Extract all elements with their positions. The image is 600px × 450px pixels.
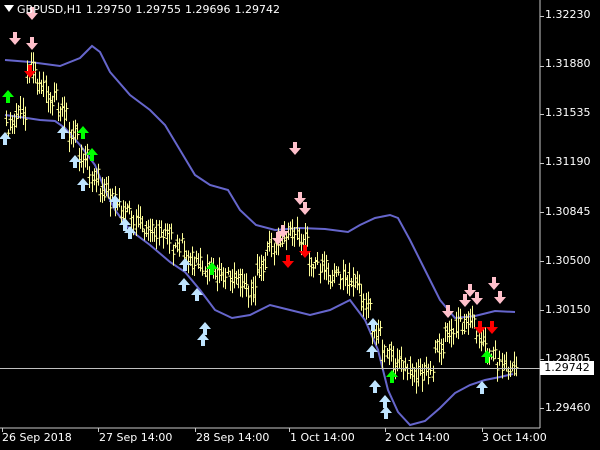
signal-down-arrow-icon bbox=[488, 277, 500, 290]
signal-down-arrow-icon bbox=[471, 292, 483, 305]
buy-arrow-icon bbox=[481, 350, 493, 363]
time-tick: 2 Oct 14:00 bbox=[385, 431, 450, 444]
time-tick: 27 Sep 14:00 bbox=[99, 431, 173, 444]
signal-up-arrow-icon bbox=[380, 406, 392, 419]
signal-up-arrow-icon bbox=[199, 322, 211, 335]
signal-up-arrow-icon bbox=[197, 333, 209, 346]
signal-up-arrow-icon bbox=[178, 278, 190, 291]
price-tick: 1.32230 bbox=[545, 8, 591, 21]
signal-down-arrow-icon bbox=[494, 291, 506, 304]
price-tick: 1.29460 bbox=[545, 401, 591, 414]
signal-down-arrow-icon bbox=[289, 142, 301, 155]
time-tick: 3 Oct 14:00 bbox=[482, 431, 547, 444]
signal-up-arrow-icon bbox=[369, 380, 381, 393]
current-price-label: 1.29742 bbox=[540, 361, 594, 375]
collapse-triangle-icon[interactable] bbox=[4, 5, 14, 12]
signal-up-arrow-icon bbox=[57, 126, 69, 139]
sell-arrow-icon bbox=[24, 65, 36, 78]
sell-arrow-icon bbox=[474, 321, 486, 334]
price-tick: 1.30845 bbox=[545, 205, 591, 218]
ohlc-low: 1.29696 bbox=[184, 3, 231, 16]
ohlc-close: 1.29742 bbox=[234, 3, 280, 16]
time-tick: 28 Sep 14:00 bbox=[196, 431, 270, 444]
symbol-timeframe: GBPUSD,H1 bbox=[17, 3, 82, 16]
signal-up-arrow-icon bbox=[0, 132, 11, 145]
signal-up-arrow-icon bbox=[379, 395, 391, 408]
time-tick: 1 Oct 14:00 bbox=[290, 431, 355, 444]
buy-arrow-icon bbox=[2, 90, 14, 103]
price-tick: 1.30500 bbox=[545, 254, 591, 267]
signal-down-arrow-icon bbox=[26, 37, 38, 50]
ohlc-high: 1.29755 bbox=[135, 3, 181, 16]
chart-header: GBPUSD,H1 1.29750 1.29755 1.29696 1.29742 bbox=[4, 3, 280, 17]
ohlc-open: 1.29750 bbox=[85, 3, 132, 16]
time-tick: 26 Sep 2018 bbox=[2, 431, 72, 444]
price-tick: 1.31535 bbox=[545, 106, 591, 119]
price-tick: 1.30150 bbox=[545, 303, 591, 316]
sell-arrow-icon bbox=[282, 255, 294, 268]
buy-arrow-icon bbox=[386, 370, 398, 383]
price-tick: 1.31190 bbox=[545, 155, 591, 168]
signal-down-arrow-icon bbox=[9, 32, 21, 45]
chart-window[interactable]: GBPUSD,H1 1.29750 1.29755 1.29696 1.29742 1.… bbox=[0, 0, 600, 450]
signal-up-arrow-icon bbox=[77, 178, 89, 191]
buy-arrow-icon bbox=[77, 126, 89, 139]
price-plot[interactable] bbox=[0, 0, 600, 450]
sell-arrow-icon bbox=[486, 321, 498, 334]
price-tick: 1.31880 bbox=[545, 57, 591, 70]
